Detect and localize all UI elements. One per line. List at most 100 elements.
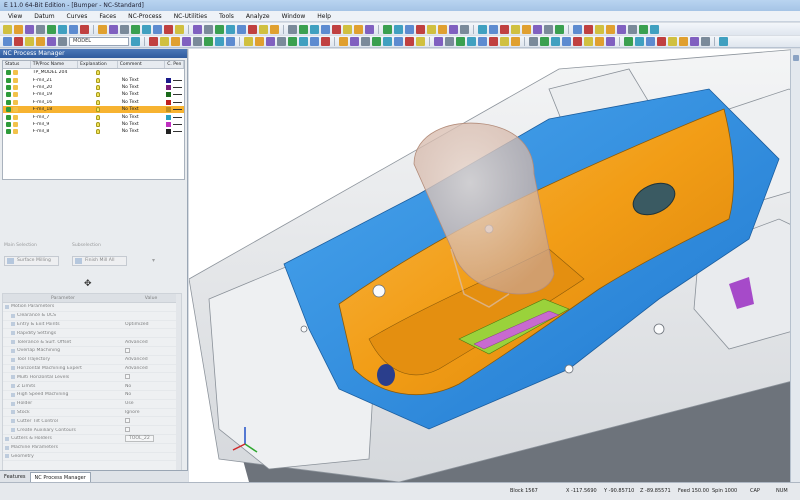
parameter-row[interactable]: Holder Use (3, 400, 181, 409)
parameter-row[interactable]: Rapidity Settings (3, 329, 181, 339)
3d-viewport[interactable] (189, 49, 800, 482)
lightbulb-icon[interactable] (95, 107, 100, 113)
redo-icon[interactable] (47, 24, 56, 34)
parameter-value-cell[interactable]: TOOL_22 (123, 435, 179, 443)
menu-faces[interactable]: Faces (93, 13, 122, 20)
rotate-icon[interactable] (635, 37, 644, 46)
wire-icon[interactable] (668, 37, 677, 46)
fit-icon[interactable] (595, 24, 604, 34)
shade-icon[interactable] (98, 24, 107, 34)
check-icon[interactable] (6, 92, 11, 98)
shade-icon[interactable] (405, 37, 414, 46)
undo-icon[interactable] (36, 24, 45, 34)
check-icon[interactable] (6, 114, 11, 120)
color-swatch[interactable] (166, 121, 172, 127)
undo-icon[interactable] (339, 37, 348, 46)
lightbulb-icon[interactable] (95, 121, 100, 127)
pan-icon[interactable] (500, 37, 509, 46)
undo-icon[interactable] (544, 24, 553, 34)
pan-icon[interactable] (624, 37, 633, 46)
redo-icon[interactable] (606, 37, 615, 46)
pan-icon[interactable] (573, 24, 582, 34)
save-icon[interactable] (584, 37, 593, 46)
parameter-checkbox[interactable] (125, 374, 130, 380)
process-row[interactable]: F-mil_16 No Text (3, 99, 184, 106)
shade-icon[interactable] (657, 37, 666, 46)
main-selection-button[interactable]: Surface Milling (4, 256, 59, 266)
undo-icon[interactable] (288, 24, 297, 34)
parameter-checkbox[interactable] (125, 418, 130, 424)
new-file-icon[interactable] (690, 37, 699, 46)
save-icon[interactable] (204, 37, 213, 46)
process-row[interactable]: F-mil_18 No Text (3, 105, 184, 114)
new-file-icon[interactable] (383, 24, 392, 34)
col-comment[interactable]: Comment (118, 61, 166, 68)
pan-icon[interactable] (372, 37, 381, 46)
shade-icon[interactable] (529, 37, 538, 46)
color-swatch[interactable] (166, 99, 172, 105)
pan-icon[interactable] (244, 37, 253, 46)
color-swatch[interactable] (166, 92, 172, 98)
parameter-row[interactable]: Tool Trajectory Advanced (3, 356, 181, 365)
open-file-icon[interactable] (701, 37, 710, 46)
lightbulb-icon[interactable] (95, 114, 100, 120)
layer-icon[interactable] (171, 37, 180, 46)
check-icon[interactable] (6, 121, 11, 127)
parameter-row[interactable]: Machine Parameters (3, 444, 181, 453)
check-icon[interactable] (6, 84, 11, 90)
parameter-checkbox[interactable] (125, 347, 130, 353)
parameter-row[interactable]: Cutter Tilt Control (3, 417, 181, 427)
new-file-icon[interactable] (639, 24, 648, 34)
fit-icon[interactable] (343, 24, 352, 34)
check-icon[interactable] (6, 77, 11, 83)
check-icon[interactable] (6, 99, 11, 105)
shade-icon[interactable] (277, 37, 286, 46)
parameter-row[interactable]: Tolerance & Surf. Offset Advanced (3, 338, 181, 347)
lightbulb-icon[interactable] (95, 84, 100, 90)
lightbulb-icon[interactable] (95, 92, 100, 98)
redo-icon[interactable] (350, 37, 359, 46)
parameter-row[interactable]: Overlap Machining (3, 347, 181, 356)
undo-icon[interactable] (416, 24, 425, 34)
menu-nc-process[interactable]: NC-Process (122, 13, 168, 20)
layer-icon[interactable] (628, 24, 637, 34)
parameter-value-cell[interactable]: No (123, 392, 179, 397)
shade-icon[interactable] (149, 37, 158, 46)
color-swatch[interactable] (166, 107, 172, 113)
process-row[interactable]: F-mil_7 No Text (3, 113, 184, 120)
save-icon[interactable] (25, 37, 34, 46)
rotate-icon[interactable] (383, 37, 392, 46)
parameter-value-cell[interactable]: Advanced (123, 340, 179, 345)
process-row[interactable]: F-mil_8 No Text (3, 128, 184, 135)
parameter-row[interactable]: Entry & Exit Points Optimized (3, 321, 181, 330)
wire-icon[interactable] (365, 24, 374, 34)
menu-view[interactable]: View (2, 13, 28, 20)
rotate-icon[interactable] (460, 24, 469, 34)
layer-icon[interactable] (500, 24, 509, 34)
parameter-row[interactable]: Clearance & UCS (3, 312, 181, 321)
rotate-icon[interactable] (131, 37, 140, 46)
process-row[interactable]: F-mil_9 No Text (3, 121, 184, 128)
rotate-icon[interactable] (584, 24, 593, 34)
lightbulb-icon[interactable] (95, 77, 100, 83)
zoom-icon[interactable] (438, 24, 447, 34)
zoom-icon[interactable] (361, 37, 370, 46)
redo-icon[interactable] (47, 37, 56, 46)
layer-icon[interactable] (120, 24, 129, 34)
new-file-icon[interactable] (3, 24, 12, 34)
check-icon[interactable] (6, 107, 11, 113)
undo-icon[interactable] (719, 37, 728, 46)
menu-window[interactable]: Window (276, 13, 312, 20)
shade-icon[interactable] (354, 24, 363, 34)
color-swatch[interactable] (166, 77, 172, 83)
model-select[interactable]: MODEL (69, 37, 129, 46)
wire-icon[interactable] (540, 37, 549, 46)
open-file-icon[interactable] (650, 24, 659, 34)
redo-icon[interactable] (478, 37, 487, 46)
open-file-icon[interactable] (193, 37, 202, 46)
fit-icon[interactable] (394, 37, 403, 46)
parameter-value-cell[interactable]: Ignore (123, 410, 179, 415)
open-file-icon[interactable] (14, 37, 23, 46)
save-icon[interactable] (533, 24, 542, 34)
new-file-icon[interactable] (310, 37, 319, 46)
